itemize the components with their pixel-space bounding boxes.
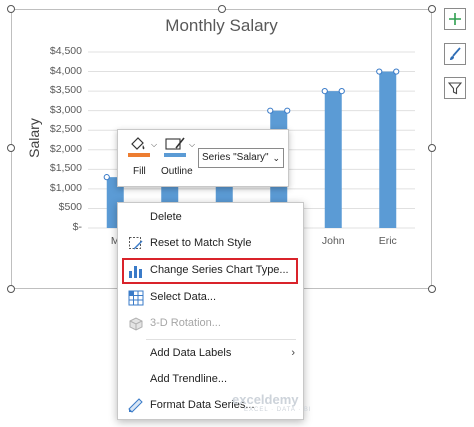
chart-styles-button[interactable]: [444, 43, 466, 65]
menu-item-reset-to-match-style[interactable]: Reset to Match Style: [118, 231, 303, 257]
paint-bucket-icon: [131, 137, 145, 150]
y-tick-label: $2,000: [49, 142, 82, 155]
y-tick-label: $-: [72, 221, 82, 233]
plus-icon: [449, 13, 461, 25]
resize-handle-bottom-left[interactable]: [7, 285, 15, 293]
menu-item-add-data-labels[interactable]: Add Data Labels ›: [118, 341, 303, 367]
chevron-down-icon: ⌵: [189, 140, 196, 149]
outline-color-swatch: [164, 153, 186, 157]
menu-item-select-data[interactable]: Select Data...: [118, 285, 303, 311]
menu-separator: [146, 339, 296, 340]
menu-item-label: Add Trendline...: [150, 373, 228, 385]
menu-item-label: 3-D Rotation...: [150, 317, 221, 329]
filter-icon: [448, 82, 462, 95]
fill-button[interactable]: ⌵ Fill: [126, 134, 162, 182]
y-tick-label: $3,000: [49, 103, 82, 116]
series-select[interactable]: Series "Salary" ⌄: [198, 148, 284, 168]
chart-title[interactable]: Monthly Salary: [11, 16, 432, 36]
format-brush-icon: [128, 398, 143, 413]
x-tick-label: Eric: [378, 235, 397, 247]
y-tick-label: $3,500: [49, 84, 82, 97]
chevron-down-icon: ⌵: [151, 140, 158, 149]
fill-label: Fill: [133, 166, 146, 177]
y-tick-label: $2,500: [49, 123, 82, 136]
chart-type-icon: [129, 266, 142, 278]
y-tick-label: $4,000: [49, 64, 82, 77]
watermark-subtext: EXCEL · DATA · BI: [244, 407, 312, 413]
brush-icon: [450, 47, 461, 60]
y-tick-label: $4,500: [49, 45, 82, 57]
cube-icon: [129, 317, 143, 331]
menu-item-label: Reset to Match Style: [150, 237, 252, 249]
pen-outline-icon: [165, 137, 185, 150]
select-data-icon: [128, 290, 144, 306]
watermark-logo: exceldemy: [232, 392, 299, 407]
chevron-down-icon: ⌄: [272, 153, 280, 163]
chart-elements-button[interactable]: [444, 8, 466, 30]
menu-item-change-series-chart-type[interactable]: Change Series Chart Type...: [122, 258, 298, 284]
resize-handle-top-right[interactable]: [428, 5, 436, 13]
mini-toolbar: ⌵ Fill ⌵ Outline Series "Salary" ⌄: [117, 129, 289, 187]
menu-item-label: Delete: [150, 211, 182, 223]
menu-item-label: Select Data...: [150, 291, 217, 303]
outline-label: Outline: [161, 166, 193, 177]
menu-item-delete[interactable]: Delete: [118, 205, 303, 231]
menu-item-label: Add Data Labels: [150, 347, 232, 359]
context-menu: Delete Reset to Match Style Change Serie…: [117, 202, 304, 420]
fill-color-swatch: [128, 153, 150, 157]
reset-style-icon: [129, 237, 143, 250]
resize-handle-middle-right[interactable]: [428, 144, 436, 152]
series-select-value: Series "Salary": [202, 152, 269, 163]
menu-item-add-trendline[interactable]: Add Trendline...: [118, 367, 303, 393]
menu-item-3d-rotation[interactable]: 3-D Rotation...: [118, 311, 303, 337]
resize-handle-top-left[interactable]: [7, 5, 15, 13]
outline-button[interactable]: ⌵ Outline: [160, 134, 198, 182]
x-tick-label: John: [321, 235, 345, 247]
resize-handle-top-middle[interactable]: [218, 5, 226, 13]
y-tick-label: $500: [58, 201, 82, 214]
resize-handle-bottom-right[interactable]: [428, 285, 436, 293]
chart-filters-button[interactable]: [444, 77, 466, 99]
menu-item-label: Change Series Chart Type...: [150, 264, 289, 276]
chevron-right-icon: ›: [291, 347, 295, 359]
y-tick-label: $1,000: [49, 181, 82, 194]
resize-handle-middle-left[interactable]: [7, 144, 15, 152]
y-tick-label: $1,500: [49, 162, 82, 175]
